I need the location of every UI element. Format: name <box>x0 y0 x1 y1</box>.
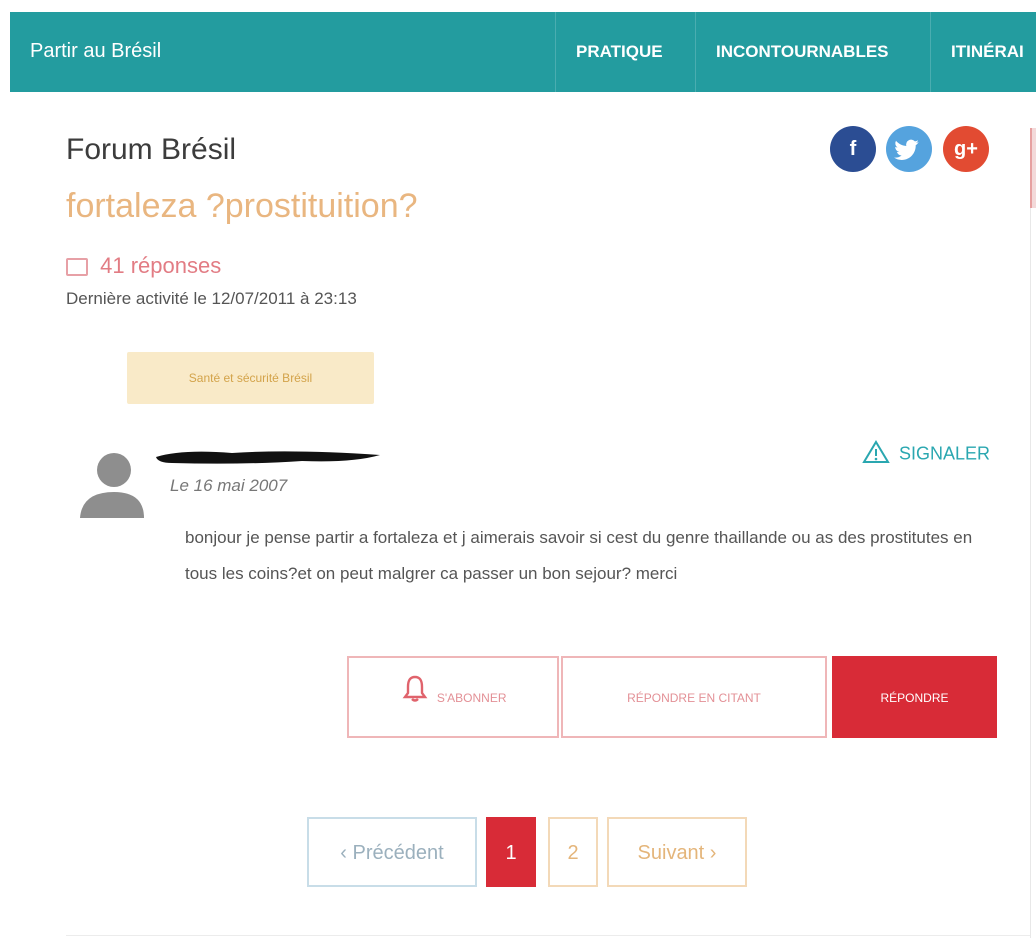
facebook-icon[interactable]: f <box>830 126 876 172</box>
pagination-page-2[interactable]: 2 <box>548 817 598 887</box>
author-name-redacted <box>152 445 384 469</box>
site-brand-link[interactable]: Partir au Brésil <box>30 40 161 63</box>
twitter-icon[interactable] <box>886 126 932 172</box>
pagination-prev[interactable]: ‹ Précédent <box>307 817 477 887</box>
report-link[interactable]: SIGNALER <box>862 440 990 469</box>
forum-label: Forum Brésil <box>66 133 237 166</box>
reply-button[interactable]: RÉPONDRE <box>832 656 997 738</box>
nav-item-itineraires[interactable]: ITINÉRAI <box>930 12 1036 92</box>
post-body: bonjour je pense partir a fortaleza et j… <box>185 528 973 583</box>
category-tag[interactable]: Santé et sécurité Brésil <box>127 352 374 404</box>
quote-reply-button[interactable]: RÉPONDRE EN CITANT <box>561 656 827 738</box>
avatar-icon <box>76 448 146 520</box>
replies-count-label: 41 réponses <box>100 253 222 278</box>
pagination-page-1[interactable]: 1 <box>486 817 536 887</box>
subscribe-button[interactable]: S'ABONNER <box>347 656 559 738</box>
content-divider <box>66 935 1030 936</box>
replies-count[interactable]: 41 réponses <box>66 253 221 279</box>
bell-icon <box>400 659 430 739</box>
subscribe-label: S'ABONNER <box>436 691 507 705</box>
sidebar-tab-edge[interactable] <box>1030 128 1036 208</box>
google-plus-icon[interactable]: g+ <box>943 126 989 172</box>
nav-item-pratique[interactable]: PRATIQUE <box>555 12 695 92</box>
nav-item-incontournables[interactable]: INCONTOURNABLES <box>695 12 940 92</box>
sidebar-edge <box>1030 128 1036 938</box>
top-navigation-bar: Partir au Brésil PRATIQUE INCONTOURNABLE… <box>10 12 1036 92</box>
report-label: SIGNALER <box>899 443 991 464</box>
post-date: Le 16 mai 2007 <box>170 476 288 495</box>
warning-icon <box>862 440 890 469</box>
last-activity: Dernière activité le 12/07/2011 à 23:13 <box>66 289 357 308</box>
replies-icon <box>66 258 88 277</box>
pagination-next[interactable]: Suivant › <box>607 817 747 887</box>
thread-title: fortaleza ?prostituition? <box>66 187 418 225</box>
